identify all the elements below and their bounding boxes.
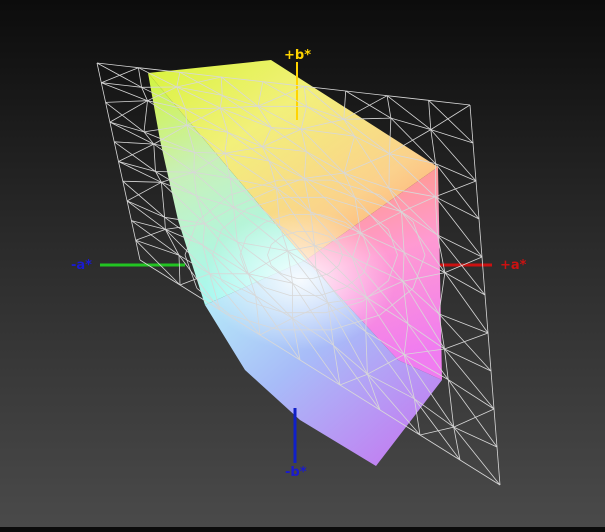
axis-label-plus-a: +a*: [500, 259, 526, 273]
gamut-3d-viewport[interactable]: +b* -a* +a* -b*: [0, 0, 605, 527]
axis-label-minus-a: -a*: [71, 259, 92, 273]
axis-label-plus-b: +b*: [284, 49, 311, 63]
axis-label-minus-b: -b*: [285, 466, 307, 480]
